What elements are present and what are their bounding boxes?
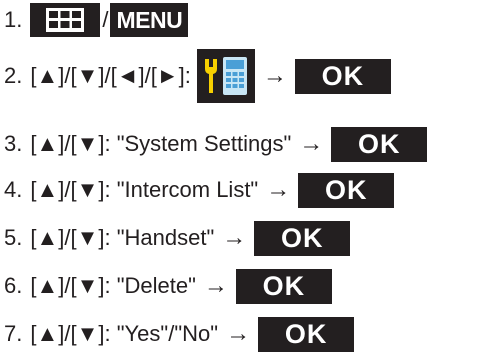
arrow-icon: →: [226, 320, 251, 347]
arrow-icon: →: [203, 272, 228, 299]
step-number: 1.: [4, 7, 23, 32]
step-number: 2.: [4, 63, 23, 88]
ok-key: OK: [254, 220, 351, 256]
step-6: 6. [▲]/[▼]: "Delete" → OK: [4, 266, 332, 306]
step-3: 3. [▲]/[▼]: "System Settings" → OK: [4, 124, 428, 164]
arrow-icon: →: [222, 224, 247, 251]
step-number: 5.: [4, 225, 23, 250]
ok-key: OK: [235, 268, 332, 304]
ok-key: OK: [258, 316, 355, 352]
key-separator: /: [102, 7, 109, 32]
step-instruction: [▲]/[▼]: "Yes"/"No": [30, 321, 219, 346]
ok-key: OK: [331, 126, 428, 162]
settings-phone-icon: [196, 49, 255, 103]
step-5: 5. [▲]/[▼]: "Handset" → OK: [4, 218, 351, 258]
step-number: 3.: [4, 131, 23, 156]
arrow-icon: →: [266, 176, 291, 203]
step-instruction: [▲]/[▼]: "Intercom List": [30, 177, 259, 202]
step-instruction: [▲]/[▼]/[◄]/[►]:: [30, 63, 191, 88]
step-instruction: [▲]/[▼]: "Delete": [30, 273, 196, 298]
ok-key: OK: [298, 172, 395, 208]
menu-keys: / MENU: [30, 3, 189, 37]
step-2: 2. [▲]/[▼]/[◄]/[►]: → OK: [4, 48, 391, 104]
ok-key: OK: [294, 58, 391, 94]
menu-key: MENU: [110, 3, 189, 37]
step-instruction: [▲]/[▼]: "System Settings": [30, 131, 292, 156]
step-number: 6.: [4, 273, 23, 298]
step-number: 4.: [4, 177, 23, 202]
grid-menu-icon: [30, 3, 101, 37]
arrow-icon: →: [299, 130, 324, 157]
instruction-steps: 1. / MENU 2. [▲]/[▼]/[◄]/[►]: → OK 3. [▲…: [0, 0, 488, 360]
step-instruction: [▲]/[▼]: "Handset": [30, 225, 215, 250]
step-number: 7.: [4, 321, 23, 346]
step-4: 4. [▲]/[▼]: "Intercom List" → OK: [4, 170, 395, 210]
arrow-icon: →: [262, 62, 287, 89]
step-1: 1. / MENU: [4, 0, 189, 40]
step-7: 7. [▲]/[▼]: "Yes"/"No" → OK: [4, 314, 355, 354]
